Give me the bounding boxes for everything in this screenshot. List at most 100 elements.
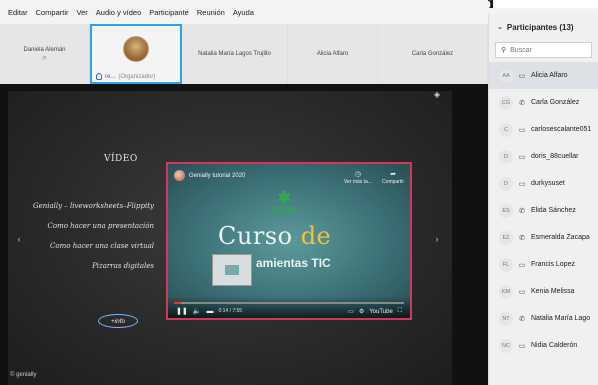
menu-participante[interactable]: Participante xyxy=(145,8,193,17)
participant-name: Esmeralda Zacapa xyxy=(531,234,590,241)
action-label: Ver más ta... xyxy=(343,179,373,185)
slide-link-list: Genially – liveworksheets–Flippity Como … xyxy=(20,196,154,276)
title-main: Curso xyxy=(218,222,301,250)
video-tile[interactable]: Alicia Alfaro xyxy=(288,24,378,84)
shared-content-stage: ◈ VÍDEO Genially – liveworksheets–Flippi… xyxy=(0,84,488,385)
organizer-label: (Organizador) xyxy=(118,73,156,80)
participant-row[interactable]: NT ✆ Natalia María Lago xyxy=(489,305,598,332)
menu-reunion[interactable]: Reunión xyxy=(193,8,229,17)
info-button[interactable]: +info xyxy=(98,314,138,328)
participant-row[interactable]: NC ▭ Nidia Calderón xyxy=(489,332,598,359)
participant-row[interactable]: EZ ✆ Esmeralda Zacapa xyxy=(489,224,598,251)
participant-list: AA ▭ Alicia Alfaro CG ✆ Carla González C ▭ carlo… xyxy=(489,62,598,359)
slide-link[interactable]: Como hacer una clase virtual xyxy=(20,236,154,256)
tile-name: Alicia Alfaro xyxy=(316,51,349,57)
participant-row[interactable]: C ▭ carlosescalante051 xyxy=(489,116,598,143)
youtube-logo[interactable]: YouTube xyxy=(369,309,393,315)
participant-row[interactable]: D ▭ durkysuset xyxy=(489,170,598,197)
video-tile[interactable]: Natalia María Lagos Trujillo xyxy=(182,24,288,84)
participant-avatar: CG xyxy=(499,95,513,110)
chevron-right-icon[interactable]: › xyxy=(432,232,442,246)
participant-name: Alicia Alfaro xyxy=(531,72,568,79)
menu-ayuda[interactable]: Ayuda xyxy=(229,8,258,17)
menu-audio-video[interactable]: Audio y vídeo xyxy=(92,8,145,17)
meeting-window: ng Editar Compartir Ver Audio y vídeo Pa… xyxy=(0,0,598,385)
desktop-icon: ▭ xyxy=(518,288,526,296)
phone-icon: ✆ xyxy=(519,207,525,215)
pause-icon[interactable]: ❚❚ xyxy=(176,307,188,315)
participant-avatar: AA xyxy=(499,68,513,83)
menu-editar[interactable]: Editar xyxy=(4,8,32,17)
volume-slider[interactable]: ▬ xyxy=(206,308,213,315)
phone-icon: ✆ xyxy=(519,99,525,107)
progress-bar[interactable] xyxy=(174,302,404,304)
clock-icon: ◷ xyxy=(354,171,362,178)
chevron-left-icon[interactable]: ‹ xyxy=(14,232,24,246)
participant-name: Natalia María Lago xyxy=(531,315,591,322)
menu-bar: Editar Compartir Ver Audio y vídeo Parti… xyxy=(0,0,488,24)
desktop-icon: ▭ xyxy=(518,261,526,269)
video-actions: ◷ Ver más ta... ➦ Compartir xyxy=(344,170,404,185)
participant-name: Francis Lopez xyxy=(531,261,575,268)
video-header: Genially tutorial 2020 xyxy=(174,170,245,181)
share-icon: ➦ xyxy=(390,171,396,178)
video-slide-title: Curso de xyxy=(218,222,331,250)
time-readout: 0:14 / 7:55 xyxy=(218,308,243,314)
sena-star-icon: ✱ xyxy=(277,190,292,207)
participant-row[interactable]: CG ✆ Carla González xyxy=(489,89,598,116)
participant-row[interactable]: FL ▭ Francis Lopez xyxy=(489,251,598,278)
participant-name: Elida Sánchez xyxy=(531,207,576,214)
participant-avatar: NT xyxy=(499,311,513,326)
participant-row[interactable]: D ▭ doris_88cuellar xyxy=(489,143,598,170)
participant-name: carlosescalante051 xyxy=(531,126,592,133)
slide-link[interactable]: Como hacer una presentación xyxy=(20,216,154,236)
slide-title: VÍDEO xyxy=(104,154,138,164)
participants-header[interactable]: ⌄ Participantes (13) xyxy=(489,14,598,40)
progress-fill xyxy=(174,302,181,304)
tile-name: re... xyxy=(105,73,116,80)
captions-icon[interactable]: ▭ xyxy=(348,308,354,315)
video-title[interactable]: Genially tutorial 2020 xyxy=(189,173,245,179)
video-tile[interactable]: Daniela Alemán jo xyxy=(0,24,90,84)
search-input[interactable] xyxy=(510,46,581,54)
active-tile-caption: re... (Organizador) xyxy=(96,73,155,80)
participant-row[interactable]: KM ▭ Kenia Melissa xyxy=(489,278,598,305)
participant-avatar: ES xyxy=(499,203,513,218)
video-controls: ❚❚ 🔈 ▬ 0:14 / 7:55 ▭ ⚙ YouTube ⛶ xyxy=(168,296,410,318)
watch-later-button[interactable]: ◷ Ver más ta... xyxy=(344,170,372,185)
desktop-icon: ▭ xyxy=(518,126,526,134)
participant-avatar: NC xyxy=(499,338,513,353)
pin-icon[interactable]: ◈ xyxy=(432,89,442,99)
chevron-down-icon[interactable]: ⌄ xyxy=(497,23,503,31)
controls-right: ▭ ⚙ YouTube ⛶ xyxy=(348,308,402,315)
menu-ver[interactable]: Ver xyxy=(73,8,92,17)
participant-avatar: D xyxy=(499,149,513,164)
slide-link[interactable]: Pizarras digitales xyxy=(20,256,154,276)
mic-icon xyxy=(96,73,102,80)
channel-avatar[interactable] xyxy=(174,170,185,181)
search-icon: ⚲ xyxy=(501,47,507,54)
participant-avatar: EZ xyxy=(499,230,513,245)
phone-icon: ✆ xyxy=(519,315,525,323)
share-button[interactable]: ➦ Compartir xyxy=(382,170,404,185)
participant-avatar: FL xyxy=(499,257,513,272)
avatar xyxy=(123,36,149,62)
controls-left: ❚❚ 🔈 ▬ 0:14 / 7:55 xyxy=(176,307,243,316)
participant-name: Kenia Melissa xyxy=(531,288,575,295)
gear-icon[interactable]: ⚙ xyxy=(359,308,364,315)
search-box[interactable]: ⚲ xyxy=(495,42,592,58)
participant-row[interactable]: AA ▭ Alicia Alfaro xyxy=(489,62,598,89)
slide-link[interactable]: Genially – liveworksheets–Flippity xyxy=(20,196,154,216)
fullscreen-icon[interactable]: ⛶ xyxy=(398,308,402,315)
title-accent: de xyxy=(300,222,332,250)
active-video-tile[interactable]: re... (Organizador) xyxy=(90,24,182,84)
embedded-video[interactable]: Genially tutorial 2020 ◷ Ver más ta... ➦… xyxy=(166,162,412,320)
video-tile[interactable]: Carla González xyxy=(378,24,488,84)
participants-title: Participantes (13) xyxy=(506,22,574,32)
video-subtitle: amientas TIC xyxy=(256,256,331,270)
desktop-icon: ▭ xyxy=(518,342,526,350)
volume-icon[interactable]: 🔈 xyxy=(193,307,202,315)
tile-name: Natalia María Lagos Trujillo xyxy=(198,51,271,57)
menu-compartir[interactable]: Compartir xyxy=(32,8,73,17)
participant-row[interactable]: ES ✆ Elida Sánchez xyxy=(489,197,598,224)
